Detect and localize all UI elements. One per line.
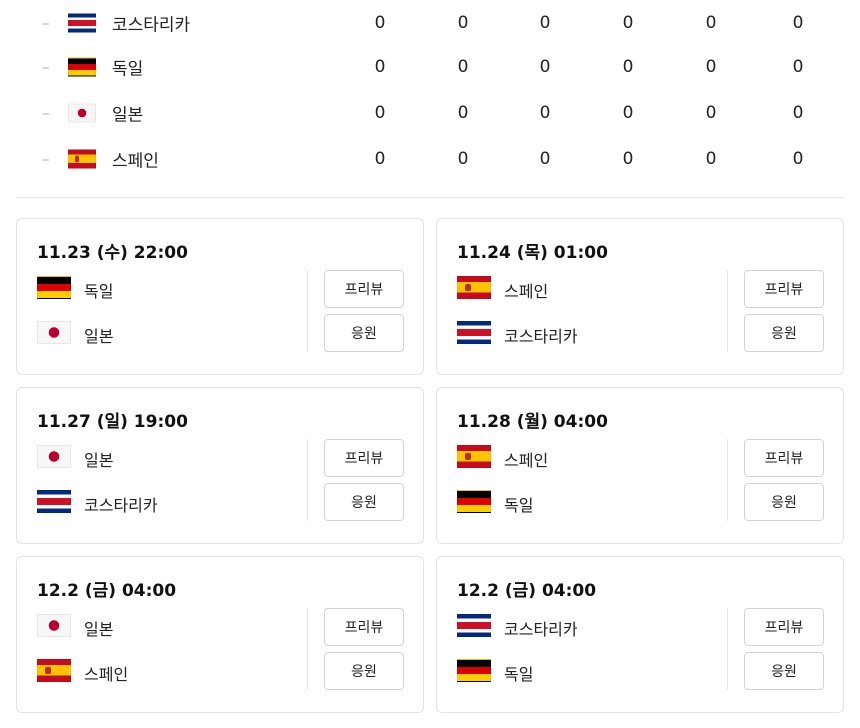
team-name: 코스타리카 [84, 496, 158, 515]
match-card: 12.2 (금) 04:00 코스타리카 독일 프리뷰 응원 [436, 556, 844, 713]
team-name: 일본 [112, 105, 144, 126]
preview-button[interactable]: 프리뷰 [744, 439, 824, 477]
standings-row-germany[interactable]: – 독일 0 0 0 0 0 0 [0, 44, 860, 90]
japan-flag-icon [37, 321, 71, 344]
match-card: 11.27 (일) 19:00 일본 코스타리카 프리뷰 응원 [16, 387, 424, 544]
team-name: 코스타리카 [504, 327, 578, 346]
match-card: 11.23 (수) 22:00 독일 일본 프리뷰 응원 [16, 218, 424, 375]
spain-flag-icon [457, 276, 491, 299]
standings-row-spain[interactable]: – 스페인 0 0 0 0 0 0 [0, 136, 860, 182]
costa-rica-flag-icon [457, 321, 491, 344]
stat-goal-diff: 0 [705, 57, 717, 77]
card-divider [727, 439, 728, 521]
team-name: 독일 [504, 665, 534, 684]
match-datetime: 11.24 (목) 01:00 [457, 243, 608, 263]
stat-lost: 0 [622, 13, 634, 33]
stat-drawn: 0 [539, 103, 551, 123]
standings-row-japan[interactable]: – 일본 0 0 0 0 0 0 [0, 90, 860, 136]
japan-flag-icon [37, 614, 71, 637]
rank-change-indicator: – [42, 14, 50, 32]
team-name: 코스타리카 [112, 15, 191, 36]
germany-flag-icon [457, 490, 491, 513]
preview-button[interactable]: 프리뷰 [324, 439, 404, 477]
match-datetime: 11.28 (월) 04:00 [457, 412, 608, 432]
stat-won: 0 [457, 13, 469, 33]
stat-played: 0 [374, 57, 386, 77]
stat-lost: 0 [622, 149, 634, 169]
stat-points: 0 [792, 13, 804, 33]
stat-played: 0 [374, 103, 386, 123]
team-name: 독일 [504, 496, 534, 515]
cheer-button[interactable]: 응원 [324, 652, 404, 690]
germany-flag-icon [457, 659, 491, 682]
cheer-button[interactable]: 응원 [744, 483, 824, 521]
rank-change-indicator: – [42, 58, 50, 76]
stat-goal-diff: 0 [705, 149, 717, 169]
stat-won: 0 [457, 103, 469, 123]
stat-lost: 0 [622, 57, 634, 77]
stat-points: 0 [792, 149, 804, 169]
match-card: 11.28 (월) 04:00 스페인 독일 프리뷰 응원 [436, 387, 844, 544]
team-name: 일본 [84, 620, 114, 639]
spain-flag-icon [37, 659, 71, 682]
stat-drawn: 0 [539, 57, 551, 77]
cheer-button[interactable]: 응원 [744, 652, 824, 690]
stat-points: 0 [792, 57, 804, 77]
germany-flag-icon [68, 57, 96, 77]
preview-button[interactable]: 프리뷰 [744, 608, 824, 646]
card-divider [307, 608, 308, 690]
rank-change-indicator: – [42, 150, 50, 168]
stat-played: 0 [374, 149, 386, 169]
team-name: 일본 [84, 327, 114, 346]
preview-button[interactable]: 프리뷰 [744, 270, 824, 308]
match-datetime: 11.27 (일) 19:00 [37, 412, 188, 432]
cheer-button[interactable]: 응원 [324, 314, 404, 352]
group-standings-table: – 코스타리카 0 0 0 0 0 0 – 독일 0 0 0 0 0 0 – 일… [0, 0, 860, 200]
stat-goal-diff: 0 [705, 13, 717, 33]
match-datetime: 12.2 (금) 04:00 [37, 581, 177, 601]
spain-flag-icon [68, 149, 96, 169]
team-name: 스페인 [504, 451, 549, 470]
card-divider [307, 439, 308, 521]
cheer-button[interactable]: 응원 [744, 314, 824, 352]
costa-rica-flag-icon [37, 490, 71, 513]
team-name: 일본 [84, 451, 114, 470]
team-name: 코스타리카 [504, 620, 578, 639]
card-divider [727, 270, 728, 352]
team-name: 독일 [84, 282, 114, 301]
match-card: 12.2 (금) 04:00 일본 스페인 프리뷰 응원 [16, 556, 424, 713]
stat-played: 0 [374, 13, 386, 33]
standings-row-costa-rica[interactable]: – 코스타리카 0 0 0 0 0 0 [0, 0, 860, 46]
spain-flag-icon [457, 445, 491, 468]
stat-goal-diff: 0 [705, 103, 717, 123]
germany-flag-icon [37, 276, 71, 299]
stat-points: 0 [792, 103, 804, 123]
stat-drawn: 0 [539, 13, 551, 33]
japan-flag-icon [37, 445, 71, 468]
team-name: 독일 [112, 59, 144, 80]
team-name: 스페인 [504, 282, 549, 301]
costa-rica-flag-icon [68, 13, 96, 33]
costa-rica-flag-icon [457, 614, 491, 637]
stat-drawn: 0 [539, 149, 551, 169]
match-datetime: 11.23 (수) 22:00 [37, 243, 188, 263]
cheer-button[interactable]: 응원 [324, 483, 404, 521]
preview-button[interactable]: 프리뷰 [324, 608, 404, 646]
team-name: 스페인 [84, 665, 129, 684]
japan-flag-icon [68, 103, 96, 123]
card-divider [727, 608, 728, 690]
stat-lost: 0 [622, 103, 634, 123]
card-divider [307, 270, 308, 352]
team-name: 스페인 [112, 151, 159, 172]
stat-won: 0 [457, 149, 469, 169]
section-divider [16, 197, 844, 198]
stat-won: 0 [457, 57, 469, 77]
match-datetime: 12.2 (금) 04:00 [457, 581, 597, 601]
rank-change-indicator: – [42, 104, 50, 122]
match-card: 11.24 (목) 01:00 스페인 코스타리카 프리뷰 응원 [436, 218, 844, 375]
preview-button[interactable]: 프리뷰 [324, 270, 404, 308]
